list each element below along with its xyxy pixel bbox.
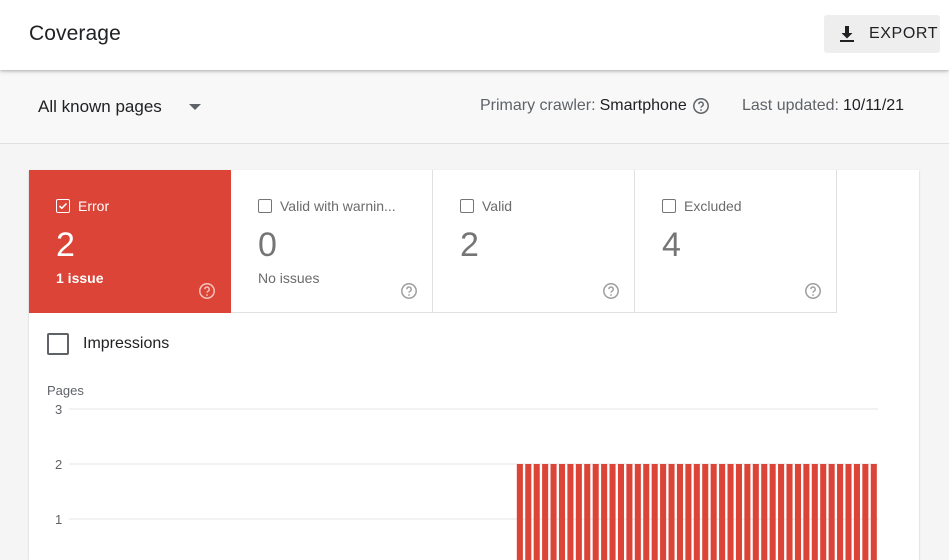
updated-label: Last updated: xyxy=(742,97,839,114)
tile-label: Valid xyxy=(482,198,513,214)
filter-bar: All known pages Primary crawler: Smartph… xyxy=(0,70,949,144)
impressions-toggle[interactable]: Impressions xyxy=(47,333,169,355)
crawler-value: Smartphone xyxy=(599,97,687,114)
download-icon xyxy=(840,26,854,42)
checkbox-checked-icon[interactable] xyxy=(56,199,70,213)
tile-valid-with-warnings[interactable]: Valid with warnin... 0 No issues xyxy=(231,170,433,313)
tile-header: Error xyxy=(56,198,109,214)
tile-label: Valid with warnin... xyxy=(280,198,396,214)
checkbox-icon[interactable] xyxy=(460,199,474,213)
crawler-label: Primary crawler: xyxy=(480,97,596,114)
tile-error[interactable]: Error 2 1 issue xyxy=(29,170,231,313)
pages-chart: Pages 3 2 1 xyxy=(47,383,878,560)
y-tick-label: 1 xyxy=(55,512,62,527)
tile-valid[interactable]: Valid 2 xyxy=(433,170,635,313)
coverage-card: Error 2 1 issue Valid with warnin... 0 N… xyxy=(29,170,919,560)
tile-label: Error xyxy=(78,198,110,214)
checkbox-icon[interactable] xyxy=(258,199,272,213)
status-tiles: Error 2 1 issue Valid with warnin... 0 N… xyxy=(29,170,837,313)
tile-count: 2 xyxy=(56,226,75,264)
tile-label: Excluded xyxy=(684,198,742,214)
y-axis-label: Pages xyxy=(47,383,84,398)
caret-down-icon xyxy=(188,104,201,110)
pages-dropdown-value: All known pages xyxy=(38,97,162,116)
tile-header: Excluded xyxy=(662,198,742,214)
page-header: Coverage EXPORT xyxy=(0,0,949,70)
help-icon[interactable] xyxy=(400,282,418,300)
pages-dropdown[interactable]: All known pages xyxy=(38,97,202,117)
checkbox-icon[interactable] xyxy=(47,333,69,355)
tile-subtext: No issues xyxy=(258,270,320,286)
help-icon[interactable] xyxy=(602,282,620,300)
tile-count: 0 xyxy=(258,226,277,264)
help-icon[interactable] xyxy=(804,282,822,300)
impressions-label: Impressions xyxy=(83,335,170,352)
primary-crawler: Primary crawler: Smartphone xyxy=(480,97,710,115)
tile-subtext: 1 issue xyxy=(56,270,104,286)
tile-count: 2 xyxy=(460,226,479,264)
help-icon[interactable] xyxy=(692,97,710,115)
last-updated: Last updated: 10/11/21 xyxy=(742,97,904,115)
tile-excluded[interactable]: Excluded 4 xyxy=(635,170,837,313)
updated-value: 10/11/21 xyxy=(842,97,905,114)
y-tick-label: 2 xyxy=(55,457,62,472)
tile-count: 4 xyxy=(662,226,681,264)
export-label: EXPORT xyxy=(869,25,939,42)
export-button[interactable]: EXPORT xyxy=(824,15,940,53)
checkbox-icon[interactable] xyxy=(662,199,676,213)
help-icon[interactable] xyxy=(198,282,216,300)
tile-header: Valid xyxy=(460,198,512,214)
tile-header: Valid with warnin... xyxy=(258,198,396,214)
y-tick-label: 3 xyxy=(55,402,62,417)
page-title: Coverage xyxy=(29,22,121,45)
